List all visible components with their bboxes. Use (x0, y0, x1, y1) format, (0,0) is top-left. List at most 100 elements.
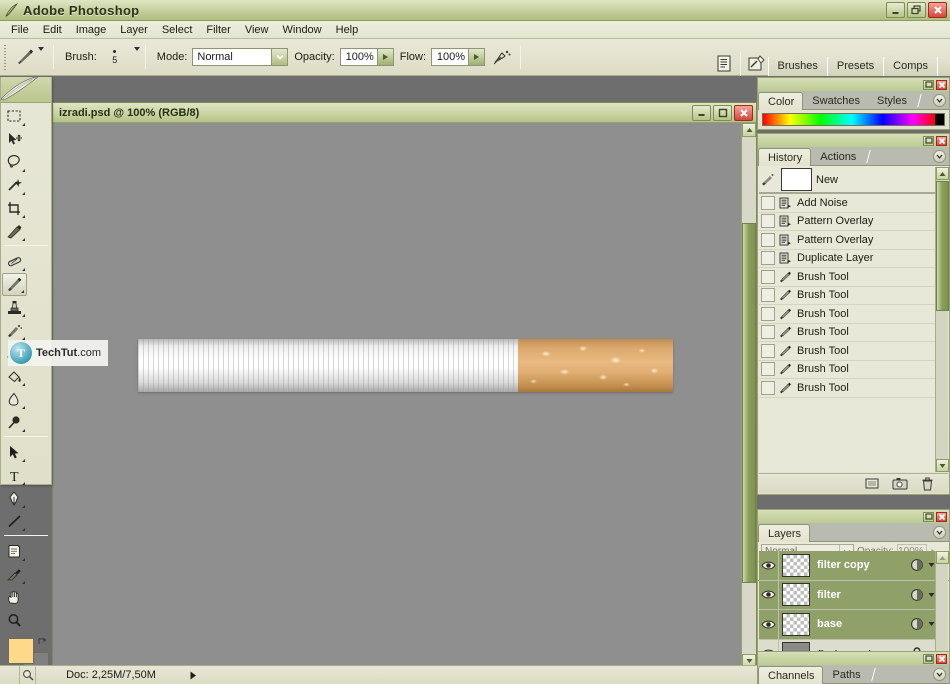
layer-visibility-toggle[interactable] (759, 580, 779, 609)
canvas-area[interactable] (53, 123, 741, 668)
menu-item-edit[interactable]: Edit (36, 23, 69, 37)
app-minimize-button[interactable] (886, 2, 905, 18)
menu-item-help[interactable]: Help (329, 23, 366, 37)
blend-mode-select[interactable]: Normal (192, 48, 289, 66)
history-state-marker[interactable] (761, 306, 775, 321)
history-palette-minimize-button[interactable] (923, 135, 934, 146)
document-title-bar[interactable]: izradi.psd @ 100% (RGB/8) (53, 103, 756, 123)
slice-tool[interactable] (2, 220, 27, 243)
menu-item-file[interactable]: File (4, 23, 36, 37)
history-brush-tool[interactable] (2, 319, 27, 342)
swap-colors-icon[interactable] (37, 636, 48, 647)
notes-tool[interactable] (2, 540, 27, 563)
document-close-button[interactable] (734, 104, 753, 121)
vertical-scroll-thumb[interactable] (742, 223, 756, 583)
opacity-slider-button[interactable] (377, 48, 394, 66)
layer-thumbnail[interactable] (782, 612, 810, 636)
brush-preset-picker-arrow[interactable] (133, 47, 140, 63)
palette-menu-icon[interactable] (933, 94, 946, 107)
zoom-status-icon[interactable] (20, 666, 36, 684)
tab-styles[interactable]: Styles (868, 92, 922, 109)
history-state-marker[interactable] (761, 343, 775, 358)
clone-stamp-tool[interactable] (2, 296, 27, 319)
history-row[interactable]: Brush Tool (759, 379, 937, 398)
brush-tool-flyout-arrow[interactable] (38, 47, 44, 63)
status-more-icon[interactable] (186, 671, 200, 680)
color-palette-minimize-button[interactable] (923, 79, 934, 90)
layer-effects-icon[interactable] (908, 558, 925, 572)
history-row[interactable]: Duplicate Layer (759, 250, 937, 268)
history-row[interactable]: Pattern Overlay (759, 213, 937, 231)
brushes-palette-icon[interactable] (746, 52, 768, 76)
palette-menu-icon[interactable] (933, 668, 946, 681)
menu-item-layer[interactable]: Layer (113, 23, 155, 37)
brush-size-preview[interactable]: 5 (102, 44, 128, 70)
layers-palette-close-button[interactable] (936, 511, 947, 522)
tab-color[interactable]: Color (758, 92, 804, 110)
canvas-vertical-scrollbar[interactable] (741, 123, 756, 668)
airbrush-icon[interactable] (489, 45, 515, 69)
line-tool[interactable] (2, 510, 27, 533)
scroll-up-arrow[interactable] (742, 123, 756, 137)
eyedropper-tool[interactable] (2, 563, 27, 586)
channels-palette-close-button[interactable] (936, 653, 947, 664)
history-state-marker[interactable] (761, 195, 775, 210)
layer-row[interactable]: filter copy (759, 551, 937, 581)
file-browser-icon[interactable] (713, 52, 735, 76)
tab-paths[interactable]: Paths (823, 666, 876, 683)
camera-icon[interactable] (891, 476, 908, 491)
history-state-list[interactable]: New Add Noise Pattern Overlay Pattern Ov… (759, 167, 937, 472)
history-scroll-down-arrow[interactable] (936, 459, 949, 472)
options-bar-grip[interactable] (2, 43, 9, 71)
app-restore-button[interactable] (907, 2, 926, 18)
history-palette-titlebar[interactable] (758, 134, 949, 147)
history-row[interactable]: Brush Tool (759, 342, 937, 361)
history-scroll-thumb[interactable] (936, 181, 949, 311)
history-state-marker[interactable] (761, 232, 775, 247)
history-state-marker[interactable] (761, 269, 775, 284)
app-close-button[interactable] (928, 2, 947, 18)
eraser-tool[interactable] (2, 342, 27, 365)
trash-icon[interactable] (919, 476, 936, 491)
document-restore-button[interactable] (713, 104, 732, 121)
brush-tool[interactable] (2, 273, 27, 296)
palette-menu-icon[interactable] (933, 526, 946, 539)
history-scroll-up-arrow[interactable] (936, 167, 949, 180)
history-snapshot-row[interactable]: New (759, 167, 937, 194)
history-row[interactable]: Brush Tool (759, 305, 937, 324)
tab-layers[interactable]: Layers (758, 524, 811, 542)
document-minimize-button[interactable] (692, 104, 711, 121)
move-tool[interactable] (2, 128, 27, 151)
layer-visibility-toggle[interactable] (759, 551, 779, 580)
history-scrollbar[interactable] (935, 167, 949, 472)
crop-tool[interactable] (2, 197, 27, 220)
history-row[interactable]: Brush Tool (759, 361, 937, 379)
layer-row[interactable]: filter (759, 580, 937, 610)
path-selection-tool[interactable] (2, 441, 27, 464)
new-document-icon[interactable] (863, 476, 880, 491)
layers-scroll-up-arrow[interactable] (936, 551, 949, 564)
flow-input[interactable]: 100% (431, 48, 470, 66)
history-state-marker[interactable] (761, 362, 775, 377)
tab-actions[interactable]: Actions (811, 148, 872, 165)
history-state-marker[interactable] (761, 214, 775, 229)
menu-item-filter[interactable]: Filter (199, 23, 237, 37)
menu-item-window[interactable]: Window (276, 23, 329, 37)
menu-item-view[interactable]: View (238, 23, 276, 37)
type-tool[interactable]: T (2, 464, 27, 487)
history-palette-close-button[interactable] (936, 135, 947, 146)
magic-wand-tool[interactable] (2, 174, 27, 197)
foreground-color-swatch[interactable] (8, 638, 34, 664)
layer-visibility-toggle[interactable] (759, 610, 779, 639)
layer-thumbnail[interactable] (782, 553, 810, 577)
history-row[interactable]: Add Noise (759, 194, 937, 213)
color-spectrum-ramp[interactable] (762, 113, 945, 126)
palette-menu-icon[interactable] (933, 150, 946, 163)
history-state-marker[interactable] (761, 288, 775, 303)
layers-palette-titlebar[interactable] (758, 510, 949, 523)
tab-history[interactable]: History (758, 148, 812, 166)
well-tab-presets[interactable]: Presets (826, 56, 884, 76)
tab-swatches[interactable]: Swatches (803, 92, 875, 109)
paint-bucket-tool[interactable] (2, 365, 27, 388)
well-tab-brushes[interactable]: Brushes (767, 56, 827, 76)
